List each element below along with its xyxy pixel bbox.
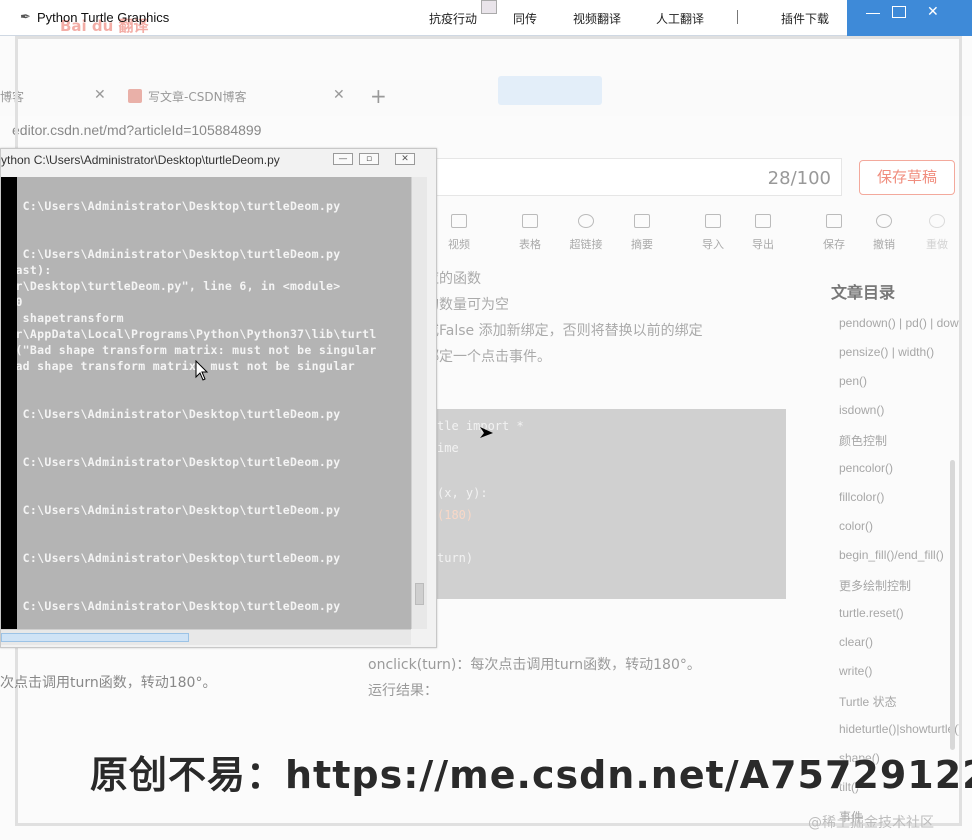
console-line: or("Bad shape transform matrix: must not… <box>1 343 377 357</box>
article-line: 次点击调用turn函数，转动180°。 <box>0 675 217 691</box>
menu-item[interactable]: 视频翻译 <box>573 10 621 27</box>
juejin-watermark: @稀土掘金技术社区 <box>808 815 934 831</box>
scroll-thumb[interactable] <box>1 633 189 642</box>
console-line: on C:\Users\Administrator\Desktop\turtle… <box>1 407 341 421</box>
menu-item[interactable]: 抗疫行动 <box>429 10 477 27</box>
console-line: tor\AppData\Local\Programs\Python\Python… <box>1 327 377 341</box>
console-title: ython C:\Users\Administrator\Desktop\tur… <box>1 153 280 167</box>
close-icon[interactable] <box>481 0 497 14</box>
menu-item[interactable]: 人工翻译 <box>656 10 704 27</box>
minimize-icon[interactable] <box>866 6 880 14</box>
console-vertical-scrollbar[interactable] <box>411 177 427 629</box>
close-icon[interactable]: ✕ <box>395 153 415 165</box>
console-line: on C:\Users\Administrator\Desktop\turtle… <box>1 455 341 469</box>
console-line: Bad shape transform matrix: must not be … <box>1 359 355 373</box>
menu-item[interactable]: 同传 <box>513 10 537 27</box>
console-horizontal-scrollbar[interactable] <box>1 629 411 645</box>
console-line: in shapetransform <box>1 311 124 325</box>
console-line: on C:\Users\Administrator\Desktop\turtle… <box>1 199 341 213</box>
console-line: last): <box>1 263 52 277</box>
title-bar: ✒ Bai du 翻译 Python Turtle Graphics 抗疫行动 … <box>0 0 972 36</box>
console-line: on C:\Users\Administrator\Desktop\turtle… <box>1 599 341 613</box>
console-line: on C:\Users\Administrator\Desktop\turtle… <box>1 247 341 261</box>
console-line: on C:\Users\Administrator\Desktop\turtle… <box>1 503 341 517</box>
menu-separator <box>737 10 738 24</box>
screen: { "window": {"title": "Python Turtle Gra… <box>0 0 972 840</box>
console-line: on C:\Users\Administrator\Desktop\turtle… <box>1 551 341 565</box>
python-console-window[interactable]: ython C:\Users\Administrator\Desktop\tur… <box>0 148 437 648</box>
console-line: tor\Desktop\turtleDeom.py", line 6, in <… <box>1 279 341 293</box>
minimize-icon[interactable]: — <box>333 153 353 165</box>
maximize-icon[interactable] <box>892 6 906 18</box>
scroll-thumb[interactable] <box>415 583 424 605</box>
turtle-arrow-icon <box>480 427 493 438</box>
close-icon[interactable]: ✕ <box>927 4 939 20</box>
mouse-cursor-icon <box>195 360 209 381</box>
window-controls: ✕ <box>847 0 972 36</box>
console-line: 0 <box>1 295 23 309</box>
window-title: Python Turtle Graphics <box>37 10 170 25</box>
menu-item[interactable]: 插件下载 <box>781 10 829 27</box>
maximize-icon[interactable]: ▫ <box>359 153 379 165</box>
console-output: on C:\Users\Administrator\Desktop\turtle… <box>1 177 411 629</box>
watermark-text: 原创不易：https://me.csdn.net/A757291228 <box>90 753 972 797</box>
feather-icon: ✒ <box>20 10 31 25</box>
